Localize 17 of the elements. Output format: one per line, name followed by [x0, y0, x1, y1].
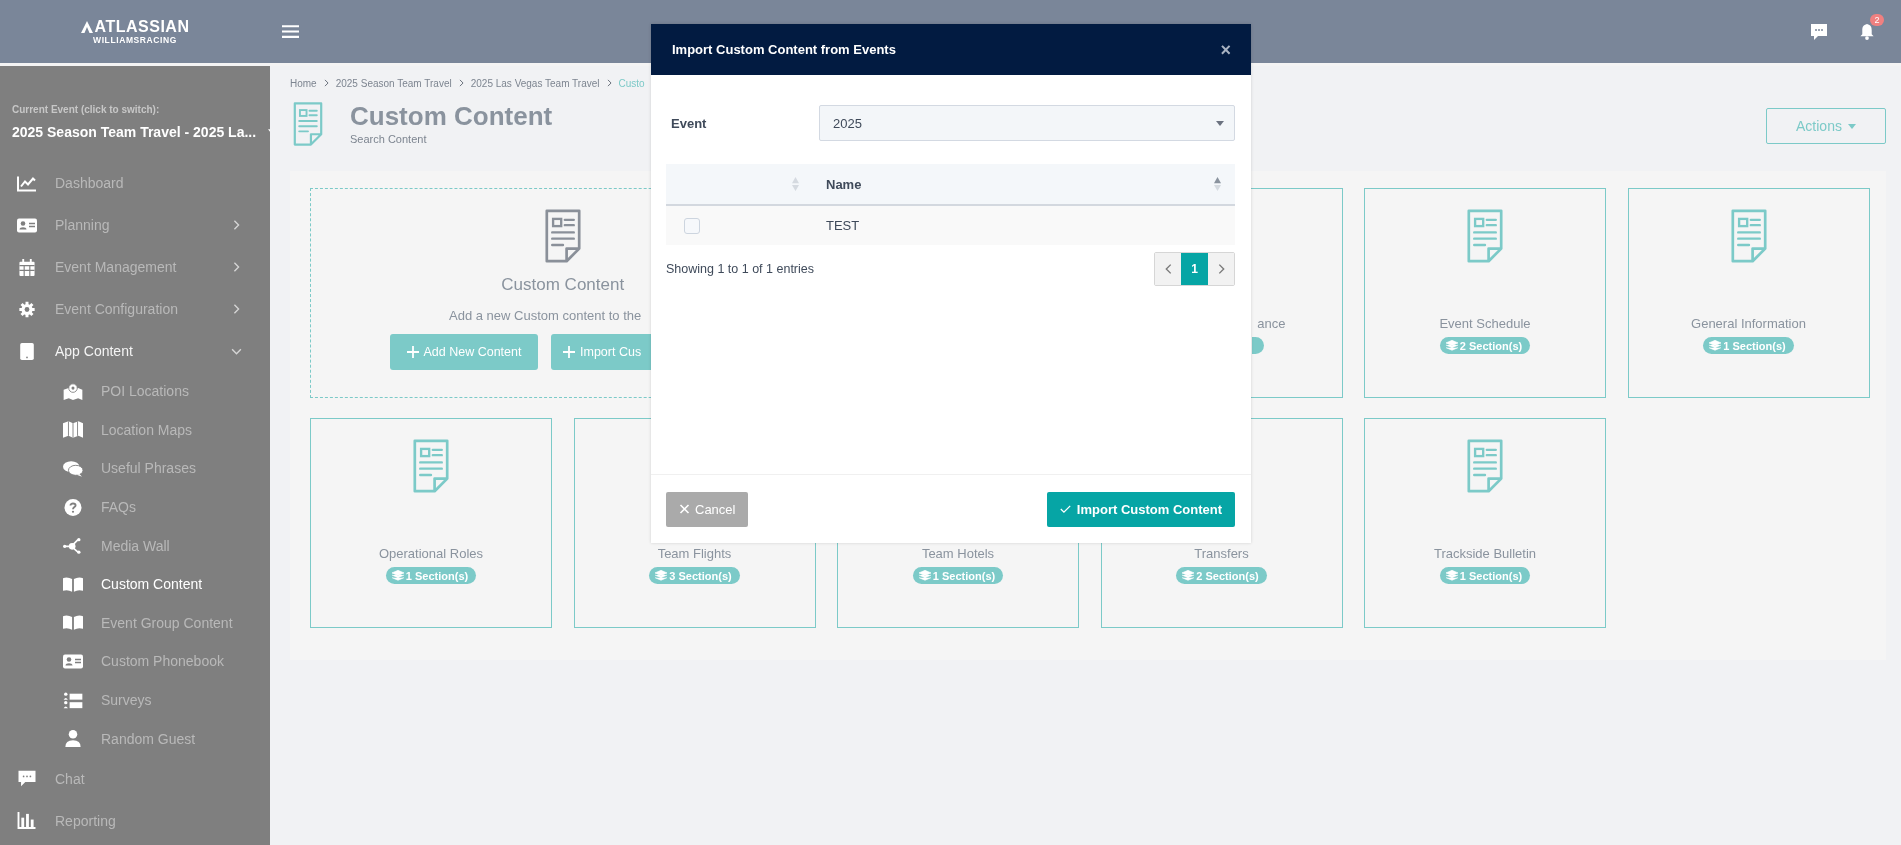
- sections-badge: 1 Section(s): [1439, 567, 1531, 584]
- page-subtitle: Search Content: [350, 133, 428, 145]
- page-title: Custom Content: [350, 100, 553, 132]
- current-event-label: Current Event (click to switch):: [11, 104, 161, 115]
- field-label: Event: [670, 115, 708, 131]
- table-cell: TEST: [826, 218, 860, 233]
- sections-badge: 3 Section(s): [649, 567, 740, 584]
- add-content-title: Custom Content: [501, 275, 625, 295]
- add-content-text: Add a new Custom content to the: [448, 308, 642, 323]
- sections-badge: 1 Section(s): [385, 567, 477, 584]
- sections-badge: 1 Section(s): [1703, 337, 1794, 354]
- sections-badge: 2 Section(s): [1176, 567, 1267, 584]
- entries-info: Showing 1 to 1 of 1 entries: [666, 262, 815, 276]
- notification-badge: 2: [1870, 13, 1884, 26]
- dialog-title: Import Custom Content from Events: [672, 42, 897, 57]
- sections-badge: 2 Section(s): [1439, 337, 1531, 354]
- sections-badge: 1 Section(s): [912, 567, 1004, 584]
